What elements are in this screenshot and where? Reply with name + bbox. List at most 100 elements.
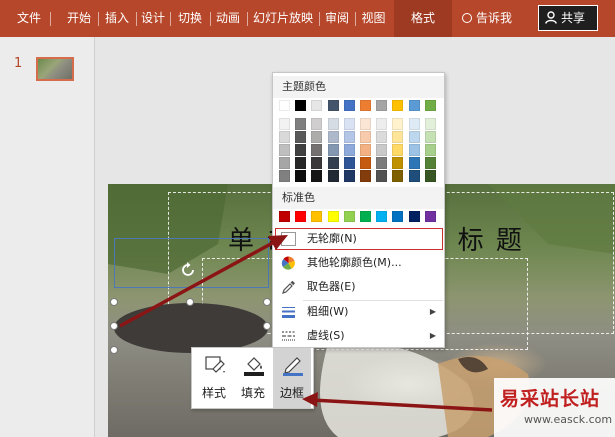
tab-file[interactable]: 文件 (10, 0, 51, 37)
theme-shade-swatch[interactable] (424, 118, 436, 130)
theme-shade-swatch[interactable] (392, 131, 404, 143)
theme-shade-swatch[interactable] (311, 131, 323, 143)
standard-color-swatch[interactable] (311, 211, 323, 222)
theme-shade-swatch[interactable] (295, 144, 307, 156)
theme-shade-swatch[interactable] (279, 170, 290, 182)
theme-shade-swatch[interactable] (327, 118, 339, 130)
theme-shade-swatch[interactable] (376, 118, 388, 130)
tab-insert[interactable]: 插入 (100, 0, 137, 37)
menu-item-dashes[interactable]: 虚线(S) ▶ (275, 325, 443, 347)
slide-thumbnail[interactable] (36, 57, 74, 81)
theme-shade-swatch[interactable] (392, 144, 404, 156)
theme-shade-swatch[interactable] (279, 157, 290, 169)
theme-shade-swatch[interactable] (424, 144, 436, 156)
menu-item-label: 虚线(S) (307, 329, 345, 342)
theme-shade-swatch[interactable] (343, 131, 355, 143)
theme-shade-swatch[interactable] (408, 157, 420, 169)
standard-color-swatch[interactable] (392, 211, 404, 222)
theme-color-swatch[interactable] (424, 100, 436, 111)
theme-shade-swatch[interactable] (408, 170, 420, 182)
rotate-handle-icon[interactable] (180, 262, 196, 278)
standard-color-swatch[interactable] (279, 211, 290, 222)
tab-format[interactable]: 格式 (394, 0, 452, 37)
menu-item-no-outline[interactable]: 无轮廓(N) (275, 228, 443, 250)
theme-shade-swatch[interactable] (279, 118, 290, 130)
theme-shade-swatch[interactable] (360, 170, 371, 182)
theme-shade-swatch[interactable] (392, 118, 404, 130)
standard-color-swatch[interactable] (295, 211, 307, 222)
theme-color-swatch[interactable] (360, 100, 371, 111)
theme-shade-swatch[interactable] (279, 144, 290, 156)
theme-color-swatch[interactable] (343, 100, 355, 111)
theme-shade-swatch[interactable] (360, 144, 371, 156)
resize-handle-ne[interactable] (263, 298, 271, 306)
style-button[interactable]: 样式 (195, 348, 233, 408)
theme-shade-swatch[interactable] (376, 144, 388, 156)
menu-item-more-colors[interactable]: 其他轮廓颜色(M)... (275, 252, 443, 274)
theme-shade-swatch[interactable] (311, 118, 323, 130)
theme-shade-swatch[interactable] (360, 157, 371, 169)
standard-color-swatch[interactable] (343, 211, 355, 222)
theme-color-swatch[interactable] (295, 100, 307, 111)
theme-color-swatch[interactable] (279, 100, 290, 111)
resize-handle-nw[interactable] (110, 298, 118, 306)
theme-shade-swatch[interactable] (360, 131, 371, 143)
menu-item-weight[interactable]: 粗细(W) ▶ (275, 301, 443, 323)
theme-shade-swatch[interactable] (295, 118, 307, 130)
standard-color-swatch[interactable] (327, 211, 339, 222)
theme-shade-swatch[interactable] (295, 157, 307, 169)
tell-me-search[interactable]: 告诉我 (462, 0, 512, 37)
theme-shade-swatch[interactable] (408, 118, 420, 130)
menu-item-eyedropper[interactable]: 取色器(E) (275, 276, 443, 298)
standard-color-swatch[interactable] (376, 211, 388, 222)
outline-button[interactable]: 边框 (273, 348, 311, 408)
theme-color-swatch[interactable] (392, 100, 404, 111)
theme-shade-swatch[interactable] (343, 118, 355, 130)
theme-shade-swatch[interactable] (327, 131, 339, 143)
theme-shade-swatch[interactable] (311, 157, 323, 169)
theme-shade-swatch[interactable] (408, 144, 420, 156)
theme-shade-swatch[interactable] (343, 170, 355, 182)
share-button[interactable]: 共享 (538, 5, 598, 31)
tab-animations[interactable]: 动画 (211, 0, 248, 37)
theme-color-swatch[interactable] (311, 100, 323, 111)
tab-slideshow[interactable]: 幻灯片放映 (249, 0, 320, 37)
resize-handle-sw[interactable] (110, 346, 118, 354)
theme-shade-swatch[interactable] (327, 170, 339, 182)
theme-shade-swatch[interactable] (327, 157, 339, 169)
fill-button[interactable]: 填充 (234, 348, 272, 408)
theme-shade-swatch[interactable] (343, 144, 355, 156)
tab-transitions[interactable]: 切换 (172, 0, 211, 37)
theme-color-swatch[interactable] (408, 100, 420, 111)
theme-shade-swatch[interactable] (295, 170, 307, 182)
tab-home[interactable]: 开始 (62, 0, 99, 37)
standard-color-swatch[interactable] (408, 211, 420, 222)
theme-shade-swatch[interactable] (392, 157, 404, 169)
theme-shade-swatch[interactable] (376, 170, 388, 182)
theme-shade-swatch[interactable] (279, 131, 290, 143)
resize-handle-w[interactable] (110, 322, 118, 330)
standard-color-swatch[interactable] (360, 211, 371, 222)
theme-shade-swatch[interactable] (424, 157, 436, 169)
resize-handle-n[interactable] (186, 298, 194, 306)
theme-color-swatch[interactable] (376, 100, 388, 111)
theme-color-swatch[interactable] (327, 100, 339, 111)
tab-design[interactable]: 设计 (138, 0, 171, 37)
theme-shade-swatch[interactable] (311, 144, 323, 156)
theme-shade-swatch[interactable] (327, 144, 339, 156)
theme-shade-swatch[interactable] (424, 170, 436, 182)
theme-shade-swatch[interactable] (392, 170, 404, 182)
theme-shade-swatch[interactable] (343, 157, 355, 169)
resize-handle-e[interactable] (263, 322, 271, 330)
theme-shade-swatch[interactable] (295, 131, 307, 143)
ellipse-shape[interactable] (114, 303, 268, 353)
tab-view[interactable]: 视图 (357, 0, 390, 37)
tab-review[interactable]: 审阅 (321, 0, 356, 37)
theme-shade-swatch[interactable] (376, 157, 388, 169)
theme-shade-swatch[interactable] (376, 131, 388, 143)
theme-shade-swatch[interactable] (424, 131, 436, 143)
theme-shade-swatch[interactable] (408, 131, 420, 143)
theme-shade-swatch[interactable] (360, 118, 371, 130)
theme-shade-swatch[interactable] (311, 170, 323, 182)
standard-color-swatch[interactable] (424, 211, 436, 222)
